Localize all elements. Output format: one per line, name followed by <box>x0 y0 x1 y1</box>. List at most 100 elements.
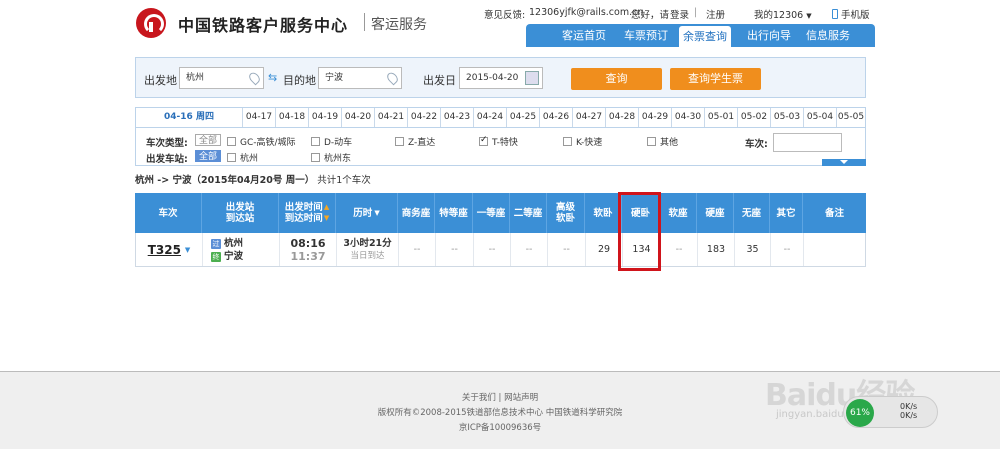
sort-icon: ▲ ▼ <box>323 203 330 222</box>
site-subtitle: 客运服务 <box>371 17 427 33</box>
date-tab[interactable]: 04-29 <box>638 108 671 127</box>
nav-travel-guide[interactable]: 出行向导 <box>739 24 799 47</box>
checkbox-hangzhoudong[interactable] <box>311 153 320 162</box>
results-table-header: 车次 出发站 到达站 出发时间 到达时间 ▲ ▼ 历时 ▼ 商务座 特等座 一等座 二… <box>135 193 866 233</box>
no-seat-cell[interactable]: 35 <box>734 233 770 266</box>
speed-rates: 0K/s 0K/s <box>900 402 917 420</box>
business-cell: -- <box>398 233 435 266</box>
chevron-down-icon[interactable]: ▼ <box>185 246 190 254</box>
terminal-badge: 终 <box>211 251 221 262</box>
nav-ticket-query[interactable]: 余票查询 <box>679 26 731 47</box>
arrive-time: 11:37 <box>290 249 326 263</box>
station-hangzhoudong-label: 杭州东 <box>324 154 352 164</box>
checkbox-gc[interactable] <box>227 137 236 146</box>
station-all-button[interactable]: 全部 <box>195 150 222 162</box>
col-remark: 备注 <box>802 193 866 233</box>
depart-time: 08:16 <box>290 236 326 250</box>
my12306-menu[interactable]: 我的12306 ▼ <box>754 7 812 21</box>
train-number-cell[interactable]: T325 ▼ <box>136 233 202 266</box>
from-label: 出发地 <box>144 74 177 87</box>
col-business: 商务座 <box>397 193 434 233</box>
soft-sleeper-cell[interactable]: 29 <box>585 233 622 266</box>
nav-info-service[interactable]: 信息服务 <box>798 24 858 47</box>
col-no-seat: 无座 <box>733 193 769 233</box>
train-number-input[interactable] <box>773 133 842 152</box>
to-value: 宁波 <box>325 73 344 83</box>
col-station[interactable]: 出发站 到达站 <box>201 193 278 233</box>
date-tab[interactable]: 05-01 <box>704 108 737 127</box>
expand-filter-icon[interactable] <box>822 159 866 166</box>
date-tab[interactable]: 05-03 <box>770 108 803 127</box>
date-value: 2015-04-20 <box>466 73 519 83</box>
checkbox-k[interactable] <box>563 137 572 146</box>
title-divider <box>364 13 365 31</box>
from-station-name: 杭州 <box>224 237 244 249</box>
type-k-label: K-快速 <box>576 138 603 148</box>
duration-cell: 3小时21分 当日到达 <box>336 233 398 266</box>
login-link[interactable]: 登录 <box>670 7 689 21</box>
checkbox-z[interactable] <box>395 137 404 146</box>
date-tab[interactable]: 04-22 <box>407 108 440 127</box>
date-tab[interactable]: 04-19 <box>308 108 341 127</box>
date-tab[interactable]: 05-04 <box>803 108 836 127</box>
type-other-label: 其他 <box>660 138 679 148</box>
checkbox-other[interactable] <box>647 137 656 146</box>
train-type-all-button[interactable]: 全部 <box>195 134 222 146</box>
train-number-link[interactable]: T325 <box>148 243 181 257</box>
download-rate: 0K/s <box>900 411 918 420</box>
date-tab[interactable]: 04-17 <box>242 108 275 127</box>
table-row: T325 ▼ 过杭州 终宁波 08:16 11:37 3小时21分 当日到达 --… <box>135 233 866 267</box>
date-tab[interactable]: 04-28 <box>605 108 638 127</box>
second-class-cell: -- <box>510 233 547 266</box>
col-duration-label: 历时 <box>353 207 373 219</box>
calendar-icon[interactable] <box>525 71 539 85</box>
route-text: 杭州 -> 宁波（2015年04月20号 周一） <box>135 175 315 186</box>
date-tab[interactable]: 04-23 <box>440 108 473 127</box>
railway-logo-icon[interactable] <box>136 8 166 38</box>
checkbox-d[interactable] <box>311 137 320 146</box>
date-tab[interactable]: 04-30 <box>671 108 704 127</box>
greeting-text: 您好，请 <box>631 10 670 21</box>
date-tab[interactable]: 04-25 <box>506 108 539 127</box>
checkbox-t[interactable] <box>479 135 488 146</box>
from-station: 过杭州 <box>211 237 243 250</box>
col-hard-seat: 硬座 <box>696 193 733 233</box>
feedback-email-link[interactable]: 12306yjfk@rails.com.cn <box>529 7 643 18</box>
date-tab[interactable]: 05-05 <box>836 108 865 127</box>
date-tab[interactable]: 04-26 <box>539 108 572 127</box>
type-t-label: T-特快 <box>492 138 518 148</box>
col-second: 二等座 <box>509 193 546 233</box>
mobile-version-link[interactable]: 手机版 <box>832 7 870 21</box>
date-tab[interactable]: 04-18 <box>275 108 308 127</box>
filter-panel: 车次类型: 全部 GC-高铁/城际 D-动车 Z-直达 T-特快 K-快速 其他… <box>135 127 866 166</box>
date-tab[interactable]: 04-21 <box>374 108 407 127</box>
col-first: 一等座 <box>472 193 509 233</box>
from-station-input[interactable]: 杭州 <box>179 67 264 89</box>
type-d-label: D-动车 <box>324 138 353 148</box>
upload-rate: 0K/s <box>900 402 918 411</box>
to-label: 目的地 <box>283 74 316 87</box>
col-time[interactable]: 出发时间 到达时间 ▲ ▼ <box>278 193 335 233</box>
nav-home[interactable]: 客运首页 <box>554 24 614 47</box>
date-tab[interactable]: 04-27 <box>572 108 605 127</box>
col-duration[interactable]: 历时 ▼ <box>335 193 397 233</box>
date-tab[interactable]: 04-16 周四 <box>136 108 242 127</box>
swap-stations-icon[interactable]: ⇆ <box>268 72 279 83</box>
date-tab[interactable]: 04-20 <box>341 108 374 127</box>
col-train: 车次 <box>158 207 178 219</box>
to-station-input[interactable]: 宁波 <box>318 67 402 89</box>
query-button[interactable]: 查询 <box>571 68 662 90</box>
date-input[interactable]: 2015-04-20 <box>459 67 543 89</box>
date-tab[interactable]: 05-02 <box>737 108 770 127</box>
nav-booking[interactable]: 车票预订 <box>616 24 676 47</box>
student-ticket-button[interactable]: 查询学生票 <box>670 68 761 90</box>
route-summary: 杭州 -> 宁波（2015年04月20号 周一） 共计1个车次 <box>135 172 371 186</box>
date-tab[interactable]: 04-24 <box>473 108 506 127</box>
col-soft-sleeper: 软卧 <box>584 193 621 233</box>
checkbox-hangzhou[interactable] <box>227 153 236 162</box>
register-link[interactable]: 注册 <box>706 7 725 21</box>
site-title: 中国铁路客户服务中心 <box>178 16 349 35</box>
hard-seat-cell[interactable]: 183 <box>697 233 734 266</box>
network-speed-widget[interactable]: 61% 0K/s 0K/s <box>843 396 938 428</box>
date-label: 出发日 <box>423 74 456 87</box>
